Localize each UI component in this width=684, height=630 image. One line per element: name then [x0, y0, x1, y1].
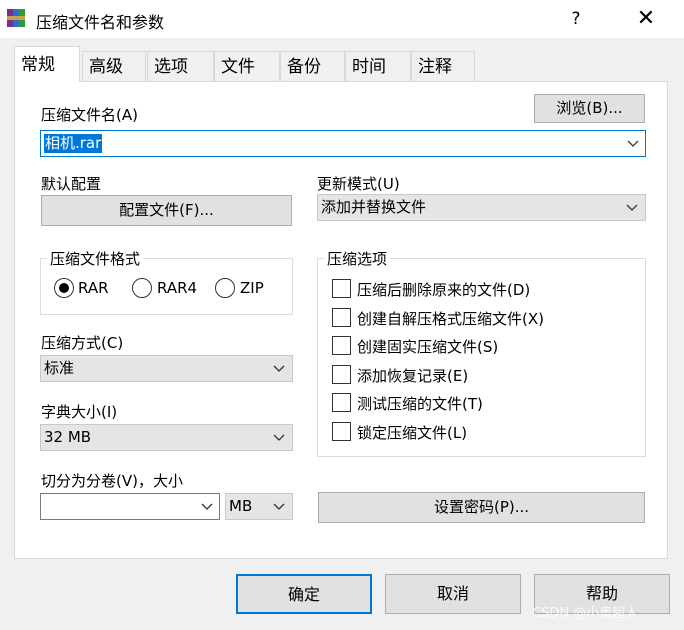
checkbox-lock-label: 锁定压缩文件(L) [357, 424, 468, 442]
split-unit-select[interactable]: MB [225, 493, 293, 520]
tab-general[interactable]: 常规 [14, 46, 80, 82]
chevron-down-icon[interactable] [201, 503, 213, 511]
update-mode-label: 更新模式(U) [317, 175, 400, 193]
profile-label: 默认配置 [41, 175, 102, 193]
method-label: 压缩方式(C) [41, 334, 124, 352]
dictionary-label: 字典大小(I) [41, 403, 118, 421]
watermark: CSDN @小奥超人 [532, 606, 639, 621]
browse-button[interactable]: 浏览(B)... [534, 94, 645, 123]
chevron-down-icon [625, 195, 639, 220]
radio-rar4[interactable] [132, 278, 152, 298]
checkbox-sfx[interactable] [332, 308, 351, 327]
split-size-combo[interactable] [40, 493, 220, 520]
close-icon[interactable]: ✕ [626, 4, 666, 34]
tab-comment[interactable]: 注释 [411, 51, 475, 81]
winrar-icon [7, 9, 25, 27]
update-mode-value: 添加并替换文件 [321, 198, 427, 216]
radio-rar4-label: RAR4 [157, 279, 198, 297]
radio-zip-label: ZIP [240, 279, 264, 297]
options-group-title: 压缩选项 [324, 248, 391, 269]
archive-name-input[interactable]: 相机.rar [44, 134, 103, 153]
cancel-button[interactable]: 取消 [385, 574, 521, 614]
profile-button[interactable]: 配置文件(F)... [41, 195, 292, 226]
tab-time[interactable]: 时间 [345, 51, 411, 81]
radio-rar[interactable] [54, 278, 74, 298]
set-password-button[interactable]: 设置密码(P)... [318, 492, 645, 523]
checkbox-delete-after[interactable] [332, 279, 351, 298]
archive-name-label: 压缩文件名(A) [41, 106, 138, 124]
tab-files[interactable]: 文件 [214, 51, 280, 81]
chevron-down-icon [272, 356, 286, 381]
archive-name-combo[interactable]: 相机.rar [40, 130, 646, 157]
tab-backup[interactable]: 备份 [280, 51, 345, 81]
format-group-title: 压缩文件格式 [47, 248, 144, 269]
dictionary-select[interactable]: 32 MB [40, 424, 293, 451]
title-bar: 压缩文件名和参数 ? ✕ [0, 0, 684, 38]
help-icon[interactable]: ? [564, 6, 588, 32]
dictionary-value: 32 MB [44, 428, 92, 446]
method-select[interactable]: 标准 [40, 355, 293, 382]
checkbox-solid[interactable] [332, 336, 351, 355]
tab-options[interactable]: 选项 [147, 51, 214, 81]
update-mode-select[interactable]: 添加并替换文件 [317, 194, 646, 221]
method-value: 标准 [44, 359, 75, 377]
tab-advanced[interactable]: 高级 [82, 51, 146, 81]
chevron-down-icon [272, 494, 286, 519]
checkbox-recovery[interactable] [332, 365, 351, 384]
checkbox-lock[interactable] [332, 422, 351, 441]
window-title: 压缩文件名和参数 [36, 13, 165, 32]
checkbox-test-label: 测试压缩的文件(T) [357, 395, 483, 413]
split-unit-value: MB [229, 497, 253, 515]
archive-dialog: 压缩文件名和参数 ? ✕ 常规 高级 选项 文件 备份 时间 注释 压缩文件名(… [0, 0, 684, 630]
checkbox-sfx-label: 创建自解压格式压缩文件(X) [357, 310, 544, 328]
checkbox-solid-label: 创建固实压缩文件(S) [357, 338, 499, 356]
checkbox-delete-after-label: 压缩后删除原来的文件(D) [357, 281, 531, 299]
radio-rar-label: RAR [78, 279, 109, 297]
checkbox-recovery-label: 添加恢复记录(E) [357, 367, 469, 385]
ok-button[interactable]: 确定 [236, 574, 372, 614]
checkbox-test[interactable] [332, 393, 351, 412]
chevron-down-icon[interactable] [627, 140, 639, 148]
split-label: 切分为分卷(V)，大小 [41, 472, 183, 490]
chevron-down-icon [272, 425, 286, 450]
radio-zip[interactable] [215, 278, 235, 298]
